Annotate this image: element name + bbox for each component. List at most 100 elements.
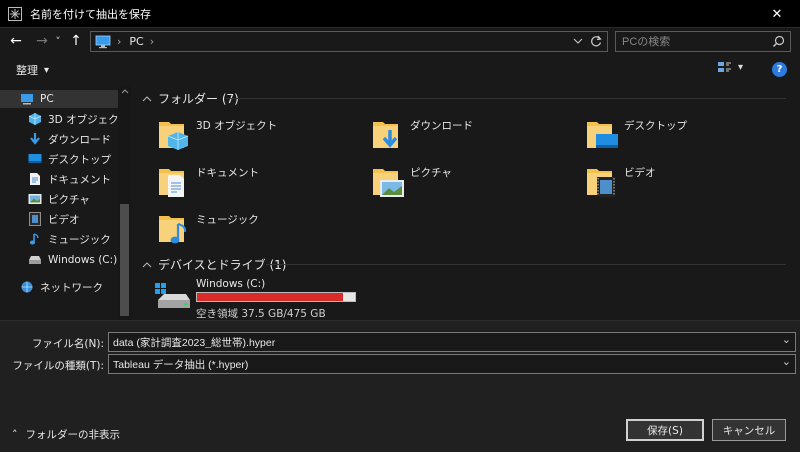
save-button[interactable]: 保存(S) bbox=[626, 419, 704, 441]
sidebar-item-label: ネットワーク bbox=[40, 281, 103, 294]
folder-downloads-icon bbox=[373, 122, 398, 148]
pc-icon bbox=[20, 92, 34, 106]
sidebar-item-desktop[interactable]: デスクトップ bbox=[28, 150, 111, 168]
folder-desktop[interactable]: デスクトップ bbox=[584, 116, 687, 152]
close-button[interactable]: ✕ bbox=[754, 0, 800, 28]
caret-down-icon: ▾ bbox=[738, 62, 744, 73]
breadcrumb-pc[interactable]: PC bbox=[129, 35, 143, 48]
window-title: 名前を付けて抽出を保存 bbox=[30, 7, 151, 21]
change-view-button[interactable]: ▾ bbox=[717, 61, 743, 74]
sidebar-scrollbar[interactable] bbox=[118, 86, 131, 320]
dropdown-icon[interactable]: ⌄ bbox=[782, 355, 791, 368]
folder-name: デスクトップ bbox=[624, 120, 687, 132]
drives-group-header[interactable]: デバイスとドライブ (1) bbox=[142, 256, 286, 273]
group-divider bbox=[266, 264, 786, 265]
sidebar-item-network[interactable]: ネットワーク bbox=[20, 278, 103, 296]
caret-down-icon: ▾ bbox=[44, 64, 50, 76]
sidebar-item-videos[interactable]: ビデオ bbox=[28, 210, 80, 228]
view-list-icon bbox=[718, 62, 731, 72]
pictures-icon bbox=[28, 192, 42, 206]
breadcrumb-separator[interactable]: › bbox=[150, 35, 154, 48]
sidebar-item-label: ミュージック bbox=[48, 233, 111, 246]
folder-pictures-icon bbox=[373, 169, 404, 197]
address-bar[interactable]: › PC › bbox=[90, 31, 608, 52]
folder-name: ピクチャ bbox=[410, 167, 452, 179]
cancel-button[interactable]: キャンセル bbox=[712, 419, 786, 441]
sidebar-item-label: Windows (C:) bbox=[48, 254, 118, 266]
folders-group-header[interactable]: フォルダー (7) bbox=[142, 90, 239, 107]
help-button[interactable]: ? bbox=[772, 62, 787, 77]
sidebar-item-3d-objects[interactable]: 3D オブジェクト bbox=[28, 110, 129, 128]
folder-name: ミュージック bbox=[196, 214, 259, 226]
sidebar-item-pc[interactable]: PC bbox=[0, 90, 118, 108]
forward-button[interactable]: → bbox=[32, 31, 52, 51]
folder-music[interactable]: ミュージック bbox=[156, 210, 259, 246]
navigation-pane: PC 3D オブジェクト ダウンロード デスクトップ ドキュメント ピクチャ ビ… bbox=[0, 86, 132, 320]
filetype-value: Tableau データ抽出 (*.hyper) bbox=[113, 358, 249, 371]
desktop-icon bbox=[28, 152, 42, 166]
videos-icon bbox=[28, 212, 42, 226]
folder-videos[interactable]: ビデオ bbox=[584, 163, 656, 199]
save-form: ファイル名(N): ⌄ ファイルの種類(T): Tableau データ抽出 (*… bbox=[0, 320, 800, 452]
sidebar-item-windows-c[interactable]: Windows (C:) bbox=[28, 251, 117, 269]
folder-3d-objects-icon bbox=[159, 122, 189, 150]
file-list-pane: フォルダー (7) 3D オブジェクト ダウンロード デスクトップ ドキュメント bbox=[134, 86, 800, 320]
drive-free-space: 空き領域 37.5 GB/475 GB bbox=[196, 308, 326, 320]
chevron-up-icon: ˄ bbox=[12, 428, 18, 441]
organize-label: 整理 bbox=[16, 64, 38, 77]
sidebar-item-documents[interactable]: ドキュメント bbox=[28, 170, 111, 188]
back-arrow-icon: ← bbox=[10, 33, 22, 49]
dropdown-icon[interactable]: ⌄ bbox=[782, 333, 791, 346]
scrollbar-thumb[interactable] bbox=[120, 204, 129, 316]
sidebar-item-music[interactable]: ミュージック bbox=[28, 230, 111, 248]
folder-name: ビデオ bbox=[624, 167, 656, 179]
address-dropdown-icon[interactable] bbox=[573, 35, 583, 47]
up-button[interactable]: ↑ bbox=[66, 31, 86, 51]
chevron-up-icon bbox=[142, 95, 152, 101]
drive-usage-fill bbox=[197, 293, 343, 301]
music-icon bbox=[28, 232, 42, 246]
close-icon: ✕ bbox=[771, 6, 783, 22]
recent-locations-button[interactable]: ˅ bbox=[52, 31, 64, 51]
drive-name: Windows (C:) bbox=[196, 278, 266, 290]
search-icon[interactable] bbox=[772, 35, 785, 48]
help-icon: ? bbox=[776, 64, 783, 75]
hide-folders-toggle[interactable]: ˄ フォルダーの非表示 bbox=[12, 427, 120, 442]
group-divider bbox=[226, 98, 786, 99]
filename-combo[interactable]: ⌄ bbox=[108, 332, 796, 352]
3d-objects-icon bbox=[28, 112, 42, 126]
windows-drive-icon bbox=[155, 283, 190, 308]
folder-documents[interactable]: ドキュメント bbox=[156, 163, 259, 199]
organize-menu[interactable]: 整理 ▾ bbox=[16, 62, 49, 78]
chevron-down-icon: ˅ bbox=[55, 34, 61, 48]
sidebar-item-downloads[interactable]: ダウンロード bbox=[28, 130, 111, 148]
chevron-up-icon bbox=[142, 261, 152, 267]
folder-documents-icon bbox=[159, 169, 184, 197]
cancel-button-label: キャンセル bbox=[722, 424, 776, 437]
sidebar-item-pictures[interactable]: ピクチャ bbox=[28, 190, 90, 208]
drive-icon bbox=[28, 253, 42, 267]
folder-desktop-icon bbox=[587, 122, 618, 148]
filetype-select[interactable]: Tableau データ抽出 (*.hyper) ⌄ bbox=[108, 354, 796, 374]
filename-input[interactable] bbox=[109, 336, 749, 348]
folder-name: 3D オブジェクト bbox=[196, 120, 278, 132]
folder-name: ダウンロード bbox=[410, 120, 473, 132]
filename-label: ファイル名(N): bbox=[31, 338, 104, 350]
scroll-up-icon[interactable] bbox=[121, 88, 129, 94]
forward-arrow-icon: → bbox=[36, 33, 48, 49]
sidebar-item-label: ドキュメント bbox=[48, 173, 111, 186]
folder-pictures[interactable]: ピクチャ bbox=[370, 163, 452, 199]
search-box[interactable] bbox=[615, 31, 791, 52]
refresh-icon[interactable] bbox=[589, 34, 603, 48]
up-arrow-icon: ↑ bbox=[70, 33, 82, 49]
search-input[interactable] bbox=[616, 35, 766, 48]
back-button[interactable]: ← bbox=[6, 31, 26, 51]
folder-3d-objects[interactable]: 3D オブジェクト bbox=[156, 116, 277, 152]
sidebar-item-label: ダウンロード bbox=[48, 133, 111, 146]
hide-folders-label: フォルダーの非表示 bbox=[25, 429, 121, 441]
sidebar-item-label: PC bbox=[40, 93, 54, 105]
breadcrumb-separator: › bbox=[117, 35, 122, 48]
folder-videos-icon bbox=[587, 169, 615, 197]
folder-downloads[interactable]: ダウンロード bbox=[370, 116, 473, 152]
sidebar-item-label: デスクトップ bbox=[48, 153, 111, 166]
